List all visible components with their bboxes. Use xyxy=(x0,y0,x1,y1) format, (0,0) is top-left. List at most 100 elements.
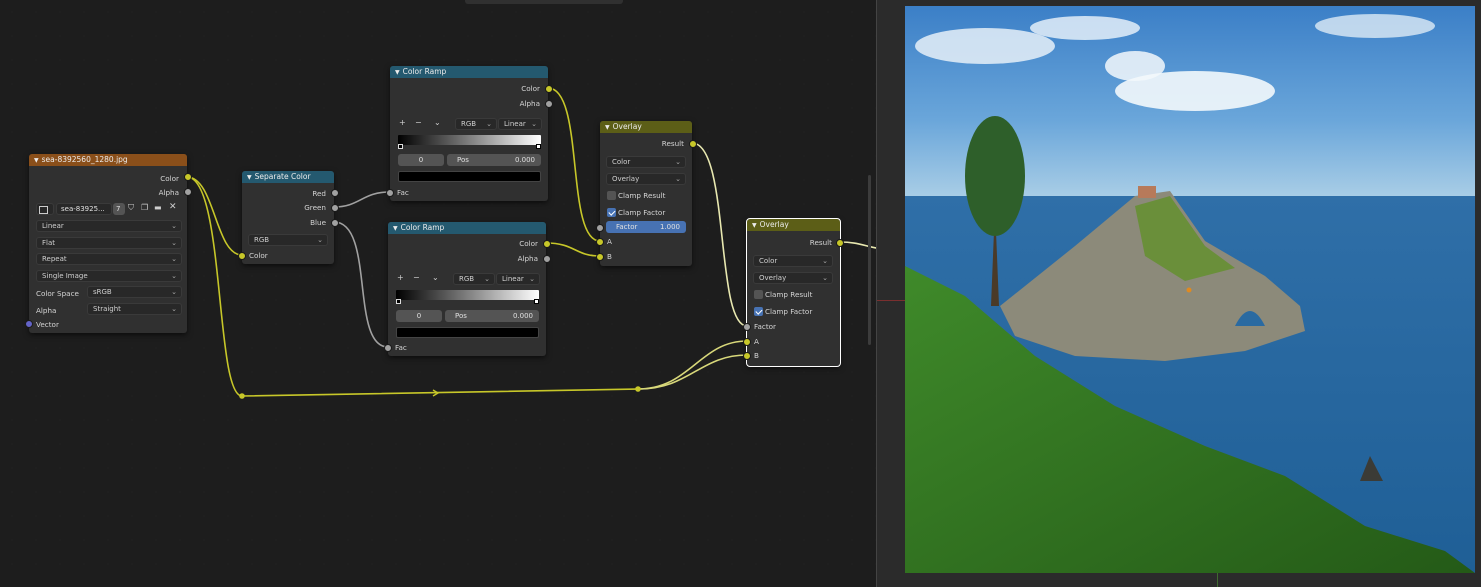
chevron-down-icon: ⌄ xyxy=(529,275,535,283)
output-alpha-socket[interactable] xyxy=(545,100,553,108)
output-alpha-socket[interactable] xyxy=(184,188,192,196)
input-a-socket[interactable] xyxy=(743,338,751,346)
extension-dropdown[interactable]: Repeat ⌄ xyxy=(36,253,182,265)
ramp1-interp-dropdown[interactable]: Linear ⌄ xyxy=(498,118,542,130)
node-editor[interactable]: ▼ sea-8392560_1280.jpg Color Alpha sea-83… xyxy=(0,0,876,587)
ramp1-header[interactable]: ▼ Color Ramp xyxy=(390,66,548,78)
separate-mode-dropdown[interactable]: RGB ⌄ xyxy=(248,234,328,246)
ramp2-stop-color-swatch[interactable] xyxy=(396,327,539,338)
ramp2-interp-dropdown[interactable]: Linear ⌄ xyxy=(496,273,540,285)
input-color-socket[interactable] xyxy=(238,252,246,260)
output-result-socket[interactable] xyxy=(689,140,697,148)
overlay-mix-node-2[interactable]: ▼ Overlay Result Color ⌄ Overlay ⌄ Clamp Re… xyxy=(743,218,844,367)
output-alpha-socket[interactable] xyxy=(543,255,551,263)
add-stop-icon[interactable]: + xyxy=(397,273,404,282)
collapse-chevron-icon[interactable]: ▼ xyxy=(752,220,757,231)
color-space-dropdown[interactable]: sRGB ⌄ xyxy=(87,286,182,298)
unlink-close-icon[interactable]: ✕ xyxy=(169,202,177,212)
remove-stop-icon[interactable]: − xyxy=(415,118,422,127)
new-image-icon[interactable]: ❐ xyxy=(141,203,148,212)
output-blue-socket[interactable] xyxy=(331,219,339,227)
overlay1-blend-dropdown[interactable]: Overlay ⌄ xyxy=(606,173,686,185)
overlay1-clamp-factor-label: Clamp Factor xyxy=(618,208,666,217)
collapse-chevron-icon[interactable]: ▼ xyxy=(605,122,610,133)
input-b-socket[interactable] xyxy=(743,352,751,360)
link-green-to-ramp1 xyxy=(333,191,391,208)
overlay2-clamp-result-checkbox[interactable] xyxy=(754,290,763,299)
image-name-field[interactable]: sea-83925... xyxy=(56,203,112,215)
overlay-mix-node-1[interactable]: ▼ Overlay Result Color ⌄ Overlay ⌄ Clamp Re… xyxy=(596,121,697,266)
collapse-chevron-icon[interactable]: ▼ xyxy=(34,155,39,166)
separate-node-title: Separate Color xyxy=(254,172,311,181)
interpolation-dropdown[interactable]: Linear ⌄ xyxy=(36,220,182,232)
overlay1-factor-field[interactable]: Factor 1.000 xyxy=(606,221,686,233)
link-reroute-line xyxy=(241,388,639,397)
output-red-socket[interactable] xyxy=(331,189,339,197)
ramp1-pos-value: 0.000 xyxy=(514,156,535,164)
ramp1-stop-color-swatch[interactable] xyxy=(398,171,541,182)
ramp2-stop-white[interactable] xyxy=(534,299,539,304)
input-a-socket[interactable] xyxy=(596,238,604,246)
ramp2-stop-black[interactable] xyxy=(396,299,401,304)
chevron-down-icon: ⌄ xyxy=(531,120,537,128)
output-green-socket[interactable] xyxy=(331,204,339,212)
output-result-socket[interactable] xyxy=(836,239,844,247)
link-overlay1-to-overlay2-factor xyxy=(691,142,748,327)
image-browse-button[interactable] xyxy=(36,203,54,215)
remove-stop-icon[interactable]: − xyxy=(413,273,420,282)
image-icon xyxy=(39,206,48,214)
collapse-chevron-icon[interactable]: ▼ xyxy=(247,172,252,183)
fake-user-shield-icon[interactable]: ⛉ xyxy=(128,203,134,213)
image-preview-panel[interactable] xyxy=(876,0,1481,587)
alpha-mode-dropdown[interactable]: Straight ⌄ xyxy=(87,303,182,315)
collapse-chevron-icon[interactable]: ▼ xyxy=(395,67,400,78)
ramp2-pos-field[interactable]: Pos 0.000 xyxy=(445,310,539,322)
overlay2-data-type-dropdown[interactable]: Color ⌄ xyxy=(753,255,833,267)
image-node-header[interactable]: ▼ sea-8392560_1280.jpg xyxy=(29,154,187,166)
input-fac-socket[interactable] xyxy=(384,344,392,352)
open-folder-icon[interactable]: ▬ xyxy=(154,203,162,212)
ramp1-pos-field[interactable]: Pos 0.000 xyxy=(447,154,541,166)
overlay2-header[interactable]: ▼ Overlay xyxy=(747,219,840,231)
ramp2-title: Color Ramp xyxy=(400,223,445,232)
ramp-menu-chevron-icon[interactable]: ⌄ xyxy=(432,273,439,282)
ramp1-stop-black[interactable] xyxy=(398,144,403,149)
area-resize-handle[interactable] xyxy=(868,175,871,345)
overlay1-header[interactable]: ▼ Overlay xyxy=(600,121,692,133)
color-ramp-node-1[interactable]: ▼ Color Ramp Color Alpha + − ⌄ RGB ⌄ Linea… xyxy=(386,66,553,201)
overlay2-clamp-factor-checkbox[interactable] xyxy=(754,307,763,316)
overlay1-data-type-dropdown[interactable]: Color ⌄ xyxy=(606,156,686,168)
source-dropdown[interactable]: Single Image ⌄ xyxy=(36,270,182,282)
image-users-count[interactable]: 7 xyxy=(113,203,125,215)
ramp1-gradient[interactable] xyxy=(398,135,541,145)
ramp1-stop-white[interactable] xyxy=(536,144,541,149)
output-color-socket[interactable] xyxy=(543,240,551,248)
input-factor-socket[interactable] xyxy=(596,224,604,232)
ramp1-title: Color Ramp xyxy=(402,67,447,76)
overlay1-clamp-factor-checkbox[interactable] xyxy=(607,208,616,217)
ramp1-color-mode-dropdown[interactable]: RGB ⌄ xyxy=(455,118,497,130)
input-vector-socket[interactable] xyxy=(25,320,33,328)
overlay1-clamp-result-checkbox[interactable] xyxy=(607,191,616,200)
output-color-socket[interactable] xyxy=(184,173,192,181)
input-b-socket[interactable] xyxy=(596,253,604,261)
ramp2-header[interactable]: ▼ Color Ramp xyxy=(388,222,546,234)
projection-dropdown[interactable]: Flat ⌄ xyxy=(36,237,182,249)
overlay2-title: Overlay xyxy=(759,220,789,229)
ramp2-color-mode-dropdown[interactable]: RGB ⌄ xyxy=(453,273,495,285)
ramp2-gradient[interactable] xyxy=(396,290,539,300)
add-stop-icon[interactable]: + xyxy=(399,118,406,127)
input-fac-socket[interactable] xyxy=(386,189,394,197)
ramp2-stop-index[interactable]: 0 xyxy=(396,310,442,322)
overlay2-blend-dropdown[interactable]: Overlay ⌄ xyxy=(753,272,833,284)
color-space-value: sRGB xyxy=(93,288,112,296)
ramp1-stop-index[interactable]: 0 xyxy=(398,154,444,166)
output-color-socket[interactable] xyxy=(545,85,553,93)
collapse-chevron-icon[interactable]: ▼ xyxy=(393,223,398,234)
color-ramp-node-2[interactable]: ▼ Color Ramp Color Alpha + − ⌄ RGB ⌄ Linea… xyxy=(384,222,551,356)
ramp-menu-chevron-icon[interactable]: ⌄ xyxy=(434,118,441,127)
separate-node-header[interactable]: ▼ Separate Color xyxy=(242,171,334,183)
image-texture-node[interactable]: ▼ sea-8392560_1280.jpg Color Alpha sea-83… xyxy=(25,154,192,333)
separate-color-node[interactable]: ▼ Separate Color Red Green Blue RGB ⌄ Colo… xyxy=(238,171,339,264)
input-factor-socket[interactable] xyxy=(743,323,751,331)
